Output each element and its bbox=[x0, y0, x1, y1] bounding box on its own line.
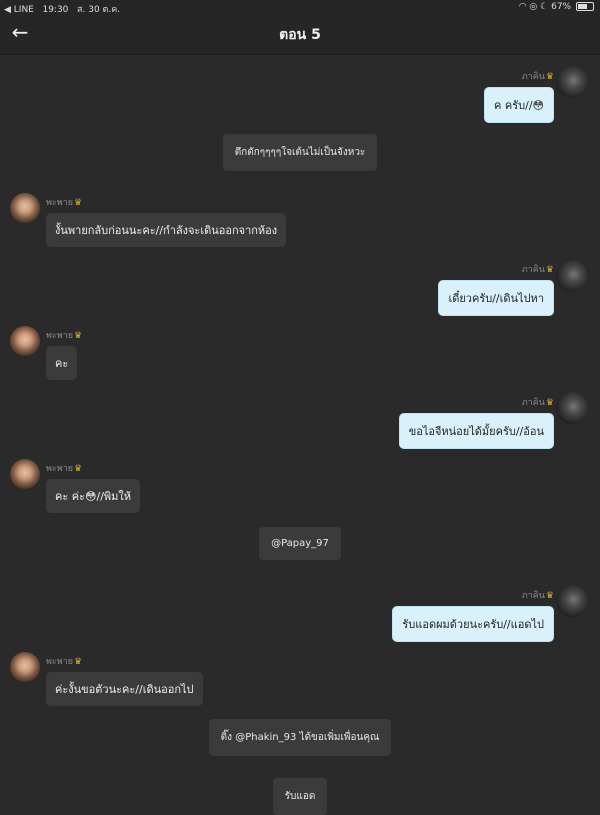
crown-icon: ♛ bbox=[545, 72, 554, 82]
message-bubble[interactable]: คะ ค่ะ😳//พิมให้ bbox=[46, 479, 141, 513]
sender-name: พะพาย bbox=[46, 657, 74, 667]
battery-fill bbox=[578, 4, 587, 9]
avatar[interactable] bbox=[556, 585, 588, 617]
avatar[interactable] bbox=[10, 459, 40, 489]
message-bubble[interactable]: เดี๋ยวครับ//เดินไปหา bbox=[438, 280, 554, 316]
message-bubble[interactable]: ค่ะงั้นขอตัวนะคะ//เดินออกไป bbox=[46, 672, 203, 706]
chat-message: ภาคิน♛ รับแอดผมด้วยนะครับ//แอดไป bbox=[392, 588, 554, 642]
battery-percent: 67% bbox=[551, 2, 572, 12]
avatar[interactable] bbox=[10, 326, 40, 356]
sender-name: ภาคิน bbox=[521, 265, 545, 275]
crown-icon: ♛ bbox=[74, 331, 83, 341]
battery-icon bbox=[576, 2, 594, 11]
page-title: ตอน 5 bbox=[279, 27, 321, 43]
sender-name: พะพาย bbox=[46, 464, 74, 474]
crown-icon: ♛ bbox=[545, 591, 554, 601]
sender-name: ภาคิน bbox=[521, 72, 545, 82]
sender-name: พะพาย bbox=[46, 198, 74, 208]
crown-icon: ♛ bbox=[74, 464, 83, 474]
header: ← ตอน 5 bbox=[0, 14, 600, 55]
avatar[interactable] bbox=[10, 652, 40, 682]
moon-icon: ☾ bbox=[540, 2, 549, 12]
chat-message: พะพาย♛ ค่ะงั้นขอตัวนะคะ//เดินออกไป bbox=[46, 654, 203, 706]
message-bubble[interactable]: งั้นพายกลับก่อนนะคะ//กำลังจะเดินออกจากห้… bbox=[46, 213, 287, 247]
location-icon: ◎ bbox=[529, 2, 538, 12]
status-bar: ◀ LINE 19:30 ส. 30 ต.ค. ◠ ◎ ☾ 67% bbox=[0, 0, 600, 15]
chat-message: ภาคิน♛ เดี๋ยวครับ//เดินไปหา bbox=[438, 262, 554, 316]
sender-name: ภาคิน bbox=[521, 591, 545, 601]
crown-icon: ♛ bbox=[74, 198, 83, 208]
avatar[interactable] bbox=[556, 260, 588, 292]
crown-icon: ♛ bbox=[74, 657, 83, 667]
narration-bubble[interactable]: รับแอด bbox=[272, 778, 328, 815]
narration-bubble[interactable]: @Papay_97 bbox=[259, 527, 341, 560]
message-bubble[interactable]: ขอไอจีหน่อยได้มั้ยครับ//อ้อน bbox=[398, 413, 554, 449]
chat-message: ภาคิน♛ ขอไอจีหน่อยได้มั้ยครับ//อ้อน bbox=[398, 395, 554, 449]
crown-icon: ♛ bbox=[545, 398, 554, 408]
narration-bubble[interactable]: ตึกตักๆๆๆๆใจเต้นไม่เป็นจังหวะ bbox=[222, 134, 378, 171]
message-bubble[interactable]: ค ครับ//😳 bbox=[484, 87, 554, 123]
narration-row: รับแอด bbox=[0, 778, 600, 815]
narration-bubble[interactable]: ติ๊ง @Phakin_93 ได้ขอเพิ่มเพื่อนคุณ bbox=[208, 719, 392, 756]
chat-message: พะพาย♛ คะ bbox=[46, 328, 82, 380]
sender-name: พะพาย bbox=[46, 331, 74, 341]
sender-name: ภาคิน bbox=[521, 398, 545, 408]
chat-message: พะพาย♛ งั้นพายกลับก่อนนะคะ//กำลังจะเดินอ… bbox=[46, 195, 287, 247]
chat-message: พะพาย♛ คะ ค่ะ😳//พิมให้ bbox=[46, 461, 141, 513]
wifi-icon: ◠ bbox=[518, 2, 527, 12]
avatar[interactable] bbox=[556, 392, 588, 424]
narration-row: @Papay_97 bbox=[0, 527, 600, 560]
avatar[interactable] bbox=[10, 193, 40, 223]
narration-row: ตึกตักๆๆๆๆใจเต้นไม่เป็นจังหวะ bbox=[0, 134, 600, 171]
message-bubble[interactable]: คะ bbox=[46, 346, 78, 380]
crown-icon: ♛ bbox=[545, 265, 554, 275]
chat-message: ภาคิน♛ ค ครับ//😳 bbox=[484, 69, 554, 123]
avatar[interactable] bbox=[556, 66, 588, 98]
narration-row: ติ๊ง @Phakin_93 ได้ขอเพิ่มเพื่อนคุณ bbox=[0, 719, 600, 756]
message-bubble[interactable]: รับแอดผมด้วยนะครับ//แอดไป bbox=[392, 606, 554, 642]
